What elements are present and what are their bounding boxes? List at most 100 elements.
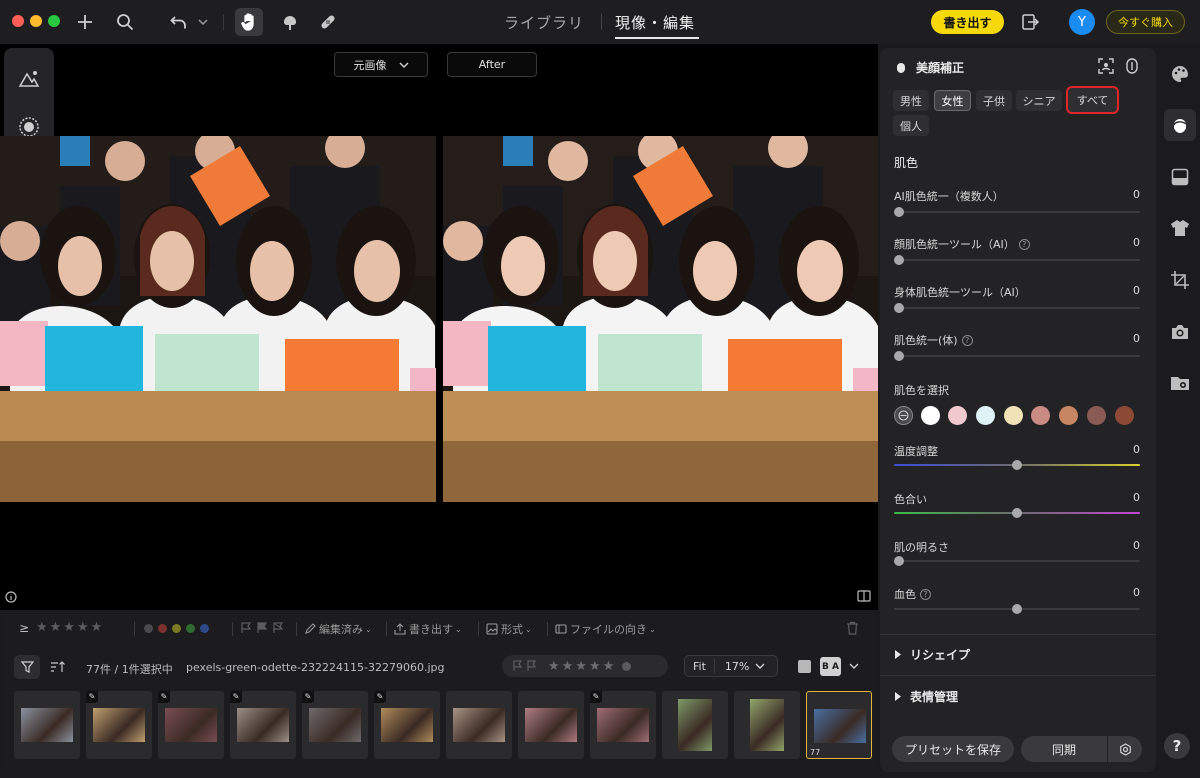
search-icon[interactable] bbox=[112, 8, 138, 36]
orientation-filter[interactable]: ファイルの向き ⌄ bbox=[555, 621, 656, 637]
before-after-toggle[interactable]: B A bbox=[820, 657, 841, 676]
crop-icon[interactable] bbox=[1167, 267, 1193, 293]
sync-settings-icon[interactable] bbox=[1108, 736, 1142, 762]
skin-swatch[interactable] bbox=[976, 406, 995, 425]
slider-skin-body[interactable] bbox=[894, 351, 1140, 361]
swatch-none-icon[interactable] bbox=[894, 406, 913, 425]
slider-knob[interactable] bbox=[894, 556, 904, 566]
compare-view-icon[interactable] bbox=[857, 590, 871, 602]
skin-swatch[interactable] bbox=[921, 406, 940, 425]
filmstrip-thumbnail[interactable]: ✎ bbox=[230, 691, 296, 759]
camera-icon[interactable] bbox=[1167, 319, 1193, 345]
slider-blood[interactable] bbox=[894, 604, 1140, 614]
trash-icon[interactable] bbox=[846, 621, 860, 635]
slider-temperature[interactable] bbox=[894, 460, 1140, 470]
user-avatar[interactable]: Y bbox=[1069, 9, 1095, 35]
slider-face-unify[interactable] bbox=[894, 255, 1140, 265]
section-expression[interactable]: 表情管理 bbox=[894, 688, 958, 705]
flag-rejected-icon[interactable] bbox=[272, 622, 284, 634]
mask-brush-icon[interactable] bbox=[277, 8, 303, 36]
healing-bandage-icon[interactable] bbox=[315, 8, 341, 36]
color-label-filter[interactable] bbox=[144, 624, 209, 633]
edited-filter[interactable]: 編集済み ⌄ bbox=[304, 621, 372, 637]
skin-swatch[interactable] bbox=[1087, 406, 1106, 425]
color-label-blue[interactable] bbox=[200, 624, 209, 633]
filmstrip-thumbnail[interactable]: ✎ bbox=[158, 691, 224, 759]
reset-toggle-icon[interactable] bbox=[1125, 58, 1143, 76]
window-minimize-button[interactable] bbox=[30, 15, 42, 27]
filmstrip-thumbnail[interactable]: ✎ bbox=[302, 691, 368, 759]
beauty-face-tab-icon[interactable] bbox=[1164, 109, 1196, 141]
filmstrip-thumbnail[interactable]: ✎ bbox=[86, 691, 152, 759]
flag-picked-icon[interactable] bbox=[256, 622, 268, 634]
help-icon[interactable]: ? bbox=[920, 589, 931, 600]
undo-icon[interactable] bbox=[166, 8, 192, 36]
filmstrip-thumbnail[interactable]: ✎ bbox=[374, 691, 440, 759]
slider-body-unify[interactable] bbox=[894, 303, 1140, 313]
color-label-yellow[interactable] bbox=[172, 624, 181, 633]
skin-swatch[interactable] bbox=[1031, 406, 1050, 425]
help-button[interactable]: ? bbox=[1164, 733, 1190, 759]
landscape-enhance-icon[interactable] bbox=[16, 66, 42, 92]
before-view-selector[interactable]: 元画像 bbox=[334, 52, 428, 77]
fit-button[interactable]: Fit bbox=[693, 660, 706, 673]
filmstrip-thumbnail[interactable] bbox=[734, 691, 800, 759]
hand-tool-icon[interactable] bbox=[235, 8, 263, 36]
window-close-button[interactable] bbox=[12, 15, 24, 27]
chip-female[interactable]: 女性 bbox=[934, 90, 971, 111]
window-zoom-button[interactable] bbox=[48, 15, 60, 27]
color-label-none[interactable] bbox=[144, 624, 153, 633]
slider-knob[interactable] bbox=[1012, 460, 1022, 470]
filmstrip-thumbnail[interactable]: ✎ bbox=[590, 691, 656, 759]
skin-swatch[interactable] bbox=[948, 406, 967, 425]
tab-library[interactable]: ライブラリ bbox=[504, 12, 584, 33]
chip-child[interactable]: 子供 bbox=[976, 90, 1012, 111]
skin-swatch[interactable] bbox=[1059, 406, 1078, 425]
section-reshape[interactable]: リシェイプ bbox=[894, 646, 970, 663]
single-view-icon[interactable] bbox=[798, 660, 811, 673]
filmstrip-thumbnail[interactable] bbox=[14, 691, 80, 759]
filmstrip-thumbnail[interactable]: 77 bbox=[806, 691, 872, 759]
export-button[interactable]: 書き出す bbox=[931, 10, 1004, 34]
palette-icon[interactable] bbox=[1167, 61, 1193, 87]
chevron-down-icon[interactable] bbox=[849, 662, 859, 670]
zoom-level[interactable]: 17% bbox=[725, 660, 749, 673]
slider-ai-unify[interactable] bbox=[894, 207, 1140, 217]
selected-color-label[interactable] bbox=[622, 661, 632, 671]
selected-rating-bar[interactable]: ★★★★★ bbox=[502, 655, 668, 677]
chip-senior[interactable]: シニア bbox=[1016, 90, 1062, 111]
color-label-red[interactable] bbox=[158, 624, 167, 633]
share-panel-icon[interactable] bbox=[1018, 8, 1044, 36]
flag-icon[interactable] bbox=[512, 660, 540, 672]
skin-swatch[interactable] bbox=[1004, 406, 1023, 425]
sync-button[interactable]: 同期 bbox=[1021, 736, 1107, 762]
save-preset-button[interactable]: プリセットを保存 bbox=[892, 736, 1014, 762]
skin-swatch[interactable] bbox=[1115, 406, 1134, 425]
filmstrip-thumbnail[interactable] bbox=[518, 691, 584, 759]
help-icon[interactable]: ? bbox=[961, 335, 973, 346]
slider-knob[interactable] bbox=[894, 207, 904, 217]
export-filter[interactable]: 書き出す ⌄ bbox=[394, 621, 462, 637]
star-rating-filter[interactable]: ★★★★★ bbox=[36, 620, 104, 635]
slider-knob[interactable] bbox=[1012, 508, 1022, 518]
zoom-controls[interactable]: Fit 17% bbox=[684, 655, 778, 677]
info-icon[interactable] bbox=[5, 591, 17, 603]
slider-knob[interactable] bbox=[1012, 604, 1022, 614]
folder-view-icon[interactable] bbox=[1167, 370, 1193, 396]
help-icon[interactable]: ? bbox=[1018, 239, 1030, 250]
rating-filter-gte-icon[interactable]: ≥ bbox=[19, 621, 29, 635]
slider-knob[interactable] bbox=[894, 303, 904, 313]
chip-all[interactable]: すべて bbox=[1066, 86, 1119, 114]
gradient-tone-icon[interactable] bbox=[1167, 164, 1193, 190]
tab-develop[interactable]: 現像・編集 bbox=[615, 12, 695, 33]
chip-individual[interactable]: 個人 bbox=[893, 115, 929, 136]
filter-funnel-icon[interactable] bbox=[14, 655, 40, 679]
sort-icon[interactable] bbox=[50, 660, 66, 674]
flag-icon[interactable] bbox=[240, 622, 252, 634]
color-label-green[interactable] bbox=[186, 624, 195, 633]
undo-history-chevron-icon[interactable] bbox=[195, 8, 211, 36]
format-filter[interactable]: 形式 ⌄ bbox=[486, 621, 532, 637]
flag-filter[interactable] bbox=[240, 622, 284, 634]
add-icon[interactable] bbox=[72, 8, 98, 36]
slider-knob[interactable] bbox=[894, 255, 904, 265]
